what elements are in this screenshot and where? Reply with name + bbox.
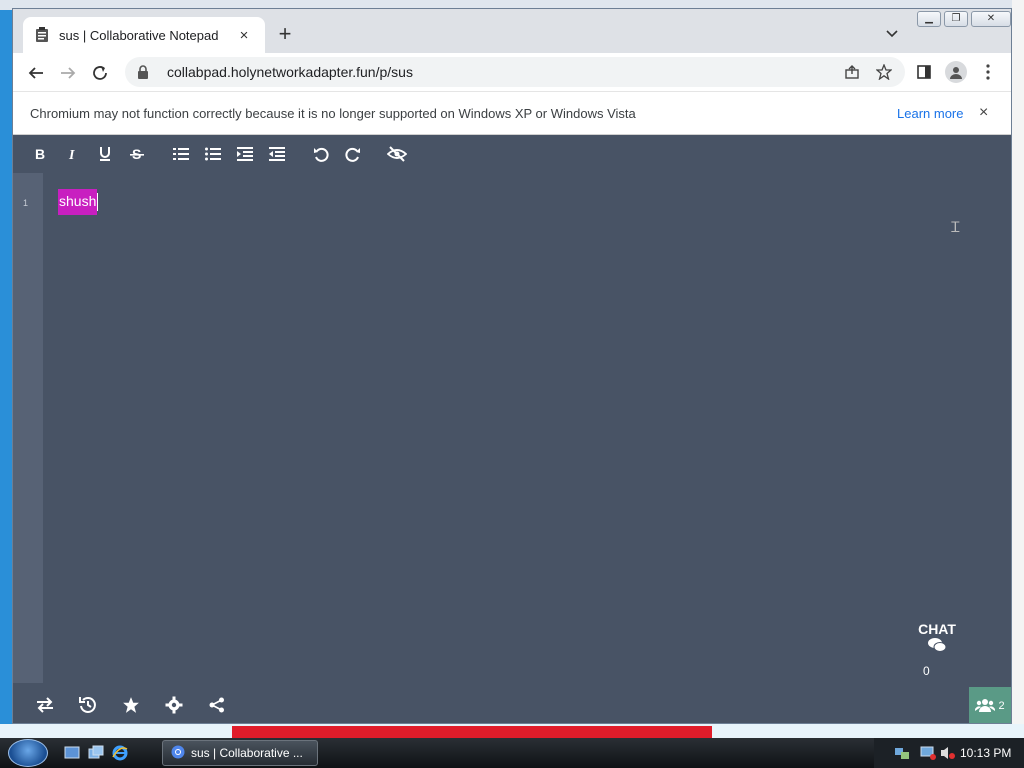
eye-slash-icon[interactable] [381, 139, 413, 169]
clock: 10:13 PM [960, 746, 1012, 760]
learn-more-link[interactable]: Learn more [897, 106, 963, 121]
pad-bottom-bar [13, 685, 1011, 723]
star-icon[interactable] [873, 61, 895, 83]
undo-icon[interactable] [305, 139, 337, 169]
internet-explorer-icon[interactable] [112, 745, 128, 761]
star-icon[interactable] [109, 696, 152, 714]
share-nodes-icon[interactable] [195, 697, 238, 713]
svg-text:B: B [35, 147, 45, 161]
outdent-icon[interactable] [261, 139, 293, 169]
restore-button[interactable]: ❐ [944, 11, 968, 27]
line-number: 1 [23, 198, 29, 208]
taskbar-item-label: sus | Collaborative ... [191, 746, 303, 760]
lock-icon [137, 65, 151, 79]
line-gutter: 1 [13, 173, 43, 683]
switch-windows-icon[interactable] [88, 745, 104, 761]
chat-widget[interactable]: CHAT 0 [909, 621, 965, 678]
address-bar[interactable]: collabpad.holynetworkadapter.fun/p/sus [125, 57, 905, 87]
settings-gear-icon[interactable] [152, 696, 195, 714]
notepad-icon [35, 27, 49, 43]
browser-window: sus | Collaborative Notepad × + ▁ ❐ ✕ co… [12, 8, 1012, 724]
chat-count: 0 [923, 664, 930, 678]
show-desktop-icon[interactable] [64, 745, 80, 761]
infobar-message: Chromium may not function correctly beca… [30, 105, 636, 121]
tab-active[interactable]: sus | Collaborative Notepad × [23, 17, 265, 53]
taskbar: sus | Collaborative ... 10:13 PM [0, 738, 1024, 768]
pad-content[interactable]: shush [58, 189, 99, 215]
share-icon[interactable] [841, 61, 863, 83]
unordered-list-icon[interactable] [197, 139, 229, 169]
volume-muted-icon[interactable] [940, 745, 956, 766]
ibeam-cursor-icon: Ꮖ [951, 219, 961, 235]
chat-label: CHAT [918, 621, 956, 637]
italic-icon[interactable]: I [57, 139, 89, 169]
redo-icon[interactable] [337, 139, 369, 169]
indent-icon[interactable] [229, 139, 261, 169]
tab-title: sus | Collaborative Notepad [59, 27, 219, 43]
chat-bubbles-icon [909, 637, 965, 658]
users-button[interactable]: 2 [969, 687, 1011, 723]
reload-icon[interactable] [89, 62, 111, 84]
history-icon[interactable] [66, 696, 109, 714]
pad-area: B I S 1 shush Ꮖ CHAT 0 [13, 135, 1011, 723]
forward-icon[interactable] [57, 62, 79, 84]
start-button[interactable] [8, 739, 48, 767]
import-export-icon[interactable] [23, 697, 66, 713]
users-count: 2 [998, 700, 1005, 712]
back-icon[interactable] [25, 62, 47, 84]
strikethrough-icon[interactable]: S [121, 139, 153, 169]
ordered-list-icon[interactable] [165, 139, 197, 169]
menu-dots-icon[interactable] [977, 61, 999, 83]
users-icon [975, 698, 996, 715]
tab-bar: sus | Collaborative Notepad × + ▁ ❐ ✕ [13, 9, 1011, 53]
network-icon[interactable] [894, 745, 910, 766]
infobar-close-icon[interactable]: × [979, 104, 988, 122]
chevron-down-icon[interactable] [885, 27, 899, 41]
highlighted-text: shush [58, 189, 98, 215]
chromium-icon [171, 745, 185, 762]
monitor-icon[interactable] [920, 745, 936, 766]
window-controls: ▁ ❐ ✕ [917, 11, 1011, 27]
minimize-button[interactable]: ▁ [917, 11, 941, 27]
profile-icon[interactable] [945, 61, 967, 83]
text-cursor [97, 192, 99, 211]
url-text: collabpad.holynetworkadapter.fun/p/sus [167, 64, 413, 80]
underline-icon[interactable] [89, 139, 121, 169]
editor-toolbar: B I S [13, 135, 1011, 173]
taskbar-item-chromium[interactable]: sus | Collaborative ... [162, 740, 318, 766]
desktop-edge [1012, 0, 1024, 738]
bold-icon[interactable]: B [25, 139, 57, 169]
svg-text:I: I [68, 148, 75, 161]
sidepanel-icon[interactable] [913, 61, 935, 83]
unsupported-infobar: Chromium may not function correctly beca… [13, 91, 1011, 135]
window-close-button[interactable]: ✕ [971, 11, 1011, 27]
tab-close-icon[interactable]: × [235, 27, 253, 44]
browser-toolbar: collabpad.holynetworkadapter.fun/p/sus [13, 53, 1011, 91]
new-tab-button[interactable]: + [273, 23, 297, 45]
desktop-red-bar [232, 726, 712, 738]
